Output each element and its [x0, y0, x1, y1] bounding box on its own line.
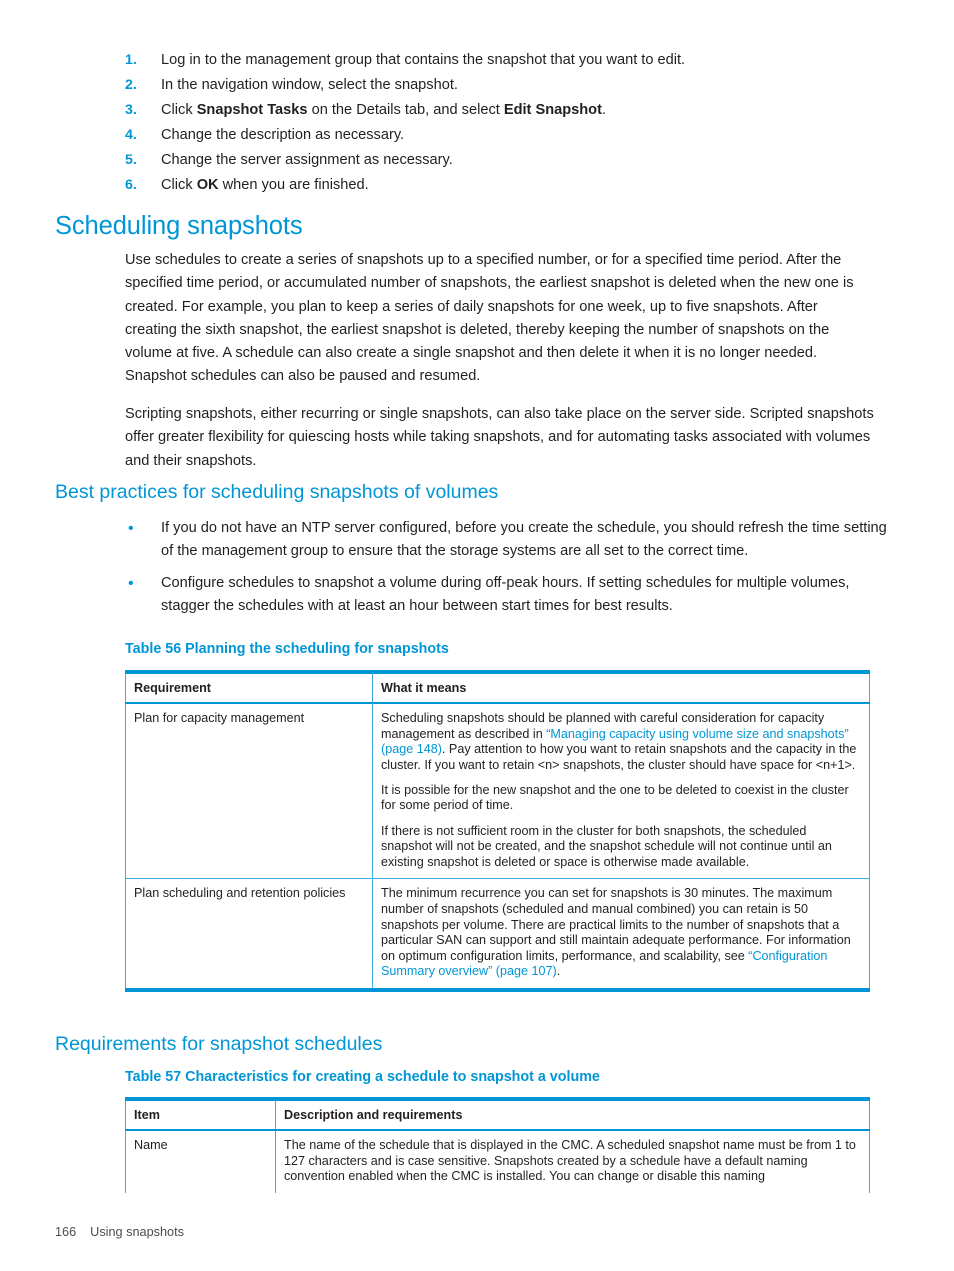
list-item-text-part: Click	[161, 102, 197, 118]
cell-paragraph: Scheduling snapshots should be planned w…	[381, 711, 860, 773]
list-item-emphasis: OK	[196, 177, 219, 193]
table-caption-57: Table 57 Characteristics for creating a …	[125, 1069, 600, 1085]
list-item: • If you do not have an NTP server confi…	[125, 517, 890, 564]
subsection-heading-requirements: Requirements for snapshot schedules	[55, 1033, 383, 1055]
list-item: 5. Change the server assignment as neces…	[125, 149, 885, 173]
list-item-text: Log in to the management group that cont…	[161, 49, 885, 73]
cell-requirement: Plan scheduling and retention policies	[125, 878, 373, 990]
section-heading-scheduling-snapshots: Scheduling snapshots	[55, 212, 303, 240]
page-footer: 166 Using snapshots	[55, 1225, 184, 1239]
bullet-dot-icon: •	[128, 520, 134, 537]
table-row: Plan scheduling and retention policies T…	[125, 878, 870, 990]
list-item-text-part: Log in to the management group that cont…	[161, 52, 686, 68]
list-item-text-part: when you are finished.	[218, 177, 369, 193]
column-header-item: Item	[125, 1099, 276, 1131]
cell-what-it-means: The minimum recurrence you can set for s…	[373, 879, 870, 990]
list-item-text: If you do not have an NTP server configu…	[161, 520, 887, 560]
subsection-heading-best-practices: Best practices for scheduling snapshots …	[55, 481, 499, 503]
cell-paragraph: It is possible for the new snapshot and …	[381, 782, 849, 813]
cell-paragraph: The minimum recurrence you can set for s…	[381, 886, 860, 980]
list-item-text-part: Change the server assignment as necessar…	[161, 152, 453, 168]
list-item: 1. Log in to the management group that c…	[125, 49, 885, 73]
list-item-text: Click OK when you are finished.	[161, 174, 885, 198]
cell-item: Name	[125, 1130, 276, 1193]
list-item-text-part: .	[601, 102, 607, 118]
list-item: 3. Click Snapshot Tasks on the Details t…	[125, 99, 885, 123]
table-header-row: Requirement What it means	[125, 672, 870, 704]
list-item-text: Change the description as necessary.	[161, 124, 885, 148]
cell-paragraph: If there is not sufficient room in the c…	[381, 823, 832, 869]
bullet-list-best-practices: • If you do not have an NTP server confi…	[125, 517, 890, 626]
table-row: Plan for capacity management Scheduling …	[125, 703, 870, 880]
procedure-list: 1. Log in to the management group that c…	[125, 49, 885, 199]
list-item: • Configure schedules to snapshot a volu…	[125, 572, 890, 619]
list-item-emphasis: Edit Snapshot	[503, 102, 602, 118]
list-item-text: Click Snapshot Tasks on the Details tab,…	[161, 99, 885, 123]
list-item: 4. Change the description as necessary.	[125, 124, 885, 148]
column-header-requirement: Requirement	[125, 672, 373, 704]
list-item-text: Configure schedules to snapshot a volume…	[161, 574, 850, 614]
cell-description-and-requirements: The name of the schedule that is display…	[276, 1130, 870, 1193]
cell-paragraph: The name of the schedule that is display…	[284, 1138, 856, 1184]
table-row: Name The name of the schedule that is di…	[125, 1130, 870, 1193]
cell-requirement: Plan for capacity management	[125, 703, 373, 880]
list-item-number: 6.	[125, 177, 137, 193]
list-item: 2. In the navigation window, select the …	[125, 74, 885, 98]
table-caption-56: Table 56 Planning the scheduling for sna…	[125, 641, 449, 657]
list-item-number: 1.	[125, 52, 137, 68]
footer-chapter-title: Using snapshots	[90, 1225, 184, 1239]
paragraph-scheduling-overview: Use schedules to create a series of snap…	[125, 252, 854, 385]
list-item: 6. Click OK when you are finished.	[125, 174, 885, 198]
list-item-number: 5.	[125, 152, 137, 168]
list-item-number: 4.	[125, 127, 137, 143]
column-header-what-it-means: What it means	[372, 672, 870, 704]
table-57: Item Description and requirements Name T…	[125, 1097, 870, 1193]
document-page: 1. Log in to the management group that c…	[0, 0, 954, 1271]
list-item-number: 2.	[125, 77, 137, 93]
list-item-text: In the navigation window, select the sna…	[161, 74, 885, 98]
list-item-text-part: Click	[161, 177, 197, 193]
cell-what-it-means: Scheduling snapshots should be planned w…	[372, 703, 870, 880]
list-item-text-part: In the navigation window, select the sna…	[161, 77, 458, 93]
cell-text-part: . Pay attention to how you want to retai…	[381, 742, 857, 772]
list-item-text-part: on the Details tab, and select	[307, 102, 504, 118]
list-item-number: 3.	[125, 102, 137, 118]
list-item-text-part: Change the description as necessary.	[161, 127, 405, 143]
list-item-emphasis: Snapshot Tasks	[196, 102, 308, 118]
footer-page-number: 166	[55, 1225, 77, 1239]
table-header-row: Item Description and requirements	[125, 1099, 870, 1131]
table-56: Requirement What it means Plan for capac…	[125, 670, 870, 992]
list-item-text: Change the server assignment as necessar…	[161, 149, 885, 173]
paragraph-scripting-snapshots: Scripting snapshots, either recurring or…	[125, 406, 874, 469]
cell-text-part: .	[556, 964, 561, 979]
column-header-description-and-requirements: Description and requirements	[275, 1099, 870, 1131]
bullet-dot-icon: •	[128, 574, 134, 592]
